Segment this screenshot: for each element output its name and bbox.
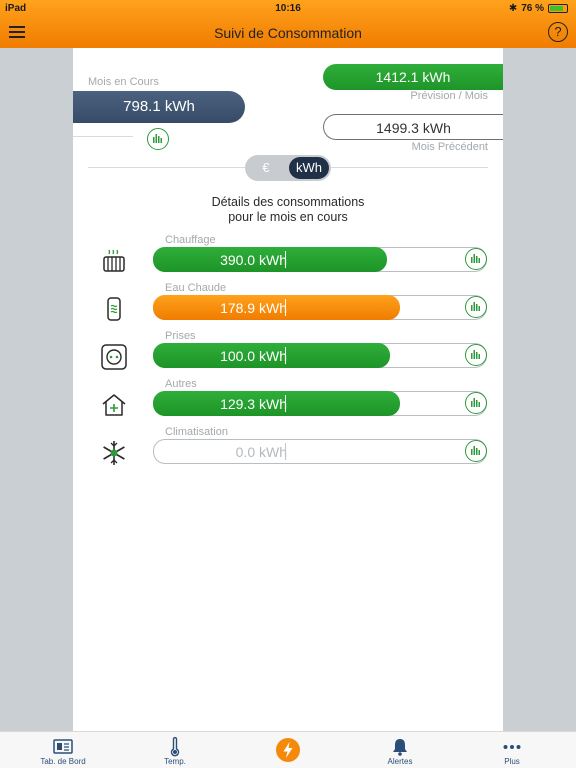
bar-chart-icon: [471, 446, 480, 455]
value-caret: [285, 395, 286, 412]
category-value: 178.9 kWh: [220, 300, 287, 316]
current-month-value: 798.1 kWh: [73, 91, 245, 123]
details-title: Détails des consommations pour le mois e…: [73, 195, 503, 225]
category-chart-button[interactable]: [465, 296, 487, 318]
divider: [73, 136, 133, 137]
tab-dashboard[interactable]: Tab. de Bord: [13, 732, 113, 768]
category-bar-track: 100.0 kWh: [153, 343, 487, 368]
category-value: 129.3 kWh: [220, 396, 287, 412]
category-value: 390.0 kWh: [220, 252, 287, 268]
thermometer-icon: [170, 737, 180, 757]
value-caret: [285, 299, 286, 316]
page-title: Suivi de Consommation: [214, 25, 362, 41]
tab-label: Alertes: [387, 757, 413, 766]
category-label: Autres: [165, 378, 197, 390]
previous-month-value: 1499.3 kWh: [323, 114, 503, 140]
tab-label: Tab. de Bord: [40, 757, 86, 766]
app-header: iPad 10:16 ✱ 76 % Suivi de Consommation …: [0, 0, 576, 48]
current-month-label: Mois en Cours: [88, 76, 159, 88]
bar-chart-icon: [471, 398, 480, 407]
category-chart-button[interactable]: [465, 440, 487, 462]
tab-label: Plus: [504, 757, 520, 766]
category-bar-track: 0.0 kWh: [153, 439, 487, 464]
category-bar-track: 129.3 kWh: [153, 391, 487, 416]
tab-more[interactable]: Plus: [462, 732, 562, 768]
help-button[interactable]: ?: [548, 22, 568, 42]
value-caret: [285, 347, 286, 364]
current-month-chart-button[interactable]: [147, 128, 169, 150]
bar-chart-icon: [471, 302, 480, 311]
tab-label: Temp.: [164, 757, 186, 766]
category-value: 100.0 kWh: [220, 348, 287, 364]
category-bar-track: 178.9 kWh: [153, 295, 487, 320]
water-heater-icon: [107, 297, 121, 321]
value-caret: [285, 443, 286, 460]
house-plus-icon: [102, 394, 126, 416]
category-row-eau-chaude: Eau Chaude 178.9 kWh: [73, 282, 503, 330]
tab-temperature[interactable]: Temp.: [125, 732, 225, 768]
category-row-chauffage: Chauffage 390.0 kWh: [73, 234, 503, 282]
bar-chart-icon: [471, 254, 480, 263]
battery-percent: 76 %: [521, 3, 544, 14]
unit-toggle-euro[interactable]: €: [245, 155, 287, 181]
category-chart-button[interactable]: [465, 248, 487, 270]
tab-bar: Tab. de Bord Temp. Alertes Plus: [0, 731, 576, 768]
forecast-label: Prévision / Mois: [410, 90, 488, 102]
main-panel: Mois en Cours 798.1 kWh 1412.1 kWh Prévi…: [73, 48, 503, 731]
details-title-line1: Détails des consommations: [211, 195, 365, 209]
category-label: Eau Chaude: [165, 282, 227, 294]
forecast-value: 1412.1 kWh: [323, 64, 503, 90]
category-row-prises: Prises 100.0 kWh: [73, 330, 503, 378]
category-row-autres: Autres 129.3 kWh: [73, 378, 503, 426]
unit-toggle-kwh[interactable]: kWh: [289, 157, 329, 179]
tab-consumption[interactable]: [238, 732, 338, 768]
status-time: 10:16: [275, 3, 301, 14]
tab-alerts[interactable]: Alertes: [350, 732, 450, 768]
more-dots-icon: [503, 745, 521, 749]
bell-icon: [393, 739, 407, 756]
status-bar: iPad 10:16 ✱ 76 %: [0, 0, 576, 16]
radiator-icon: [103, 249, 125, 272]
category-label: Chauffage: [165, 234, 216, 246]
outlet-icon: [101, 344, 127, 370]
category-label: Climatisation: [165, 426, 228, 438]
unit-toggle[interactable]: € kWh: [245, 155, 331, 181]
lightning-icon: [276, 738, 300, 762]
snowflake-icon: [103, 441, 125, 465]
category-row-climatisation: Climatisation 0.0 kWh: [73, 426, 503, 474]
battery-icon: [548, 4, 568, 13]
category-label: Prises: [165, 330, 196, 342]
value-caret: [285, 251, 286, 268]
bluetooth-icon: ✱: [508, 3, 518, 14]
bar-chart-icon: [471, 350, 480, 359]
category-value: 0.0 kWh: [235, 444, 287, 460]
status-right: ✱ 76 %: [509, 3, 568, 14]
category-bar-track: 390.0 kWh: [153, 247, 487, 272]
category-chart-button[interactable]: [465, 344, 487, 366]
dashboard-icon: [53, 739, 73, 754]
category-chart-button[interactable]: [465, 392, 487, 414]
previous-month-label: Mois Précédent: [411, 141, 488, 153]
details-title-line2: pour le mois en cours: [228, 210, 348, 224]
bar-chart-icon: [153, 134, 162, 143]
